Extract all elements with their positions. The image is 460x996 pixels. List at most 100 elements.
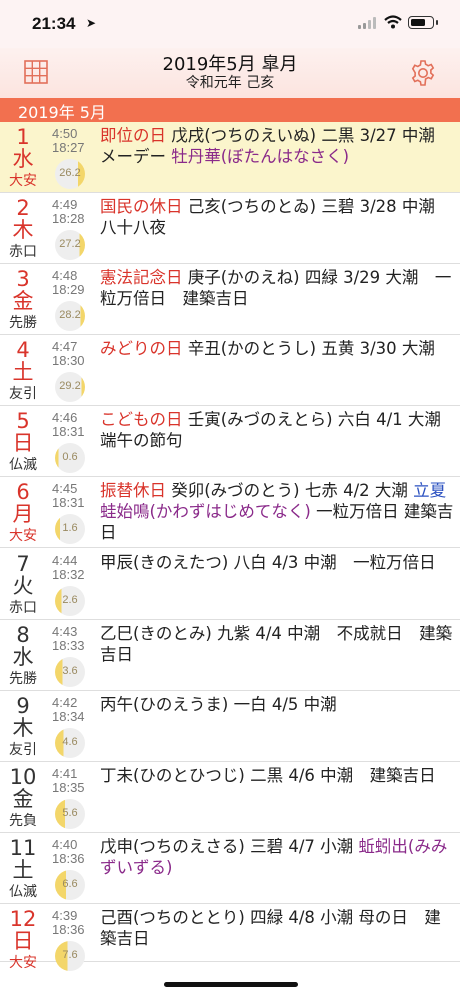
sunrise-time: 4:41 xyxy=(52,766,78,781)
sun-times: 4:42 18:34 xyxy=(52,696,90,724)
sunrise-time: 4:42 xyxy=(52,695,78,710)
day-row[interactable]: 1 水 大安 4:50 18:27 26.2 即位の日 戊戌(つちのえいぬ) 二… xyxy=(0,122,460,193)
sunset-time: 18:36 xyxy=(52,851,85,866)
day-number: 12 xyxy=(9,907,37,931)
description-line: ずいずる) xyxy=(100,857,456,878)
rokuyo-label: 友引 xyxy=(9,386,37,402)
weekday-label: 土 xyxy=(12,360,34,384)
day-number: 4 xyxy=(16,338,30,362)
date-column: 11 土 仏滅 xyxy=(0,833,46,901)
day-description: こどもの日 壬寅(みづのえとら) 六白 4/1 大潮 端午の節句 xyxy=(100,409,456,451)
seasonal-kou-label: 牡丹華(ぼたんはなさく) xyxy=(171,147,350,166)
rokuyo-label: 友引 xyxy=(9,742,37,758)
moon-age: 5.6 xyxy=(62,807,78,819)
day-number: 11 xyxy=(9,836,37,860)
rokuyo-label: 赤口 xyxy=(9,244,37,260)
description-line: みどりの日 辛丑(かのとうし) 五黄 3/30 大潮 xyxy=(100,338,456,359)
moon-phase-icon: 6.6 xyxy=(55,870,85,900)
description-line: 築吉日 xyxy=(100,928,456,949)
description-line: 吉日 xyxy=(100,644,456,665)
calendar-info-text: 辛丑(かのとうし) 五黄 3/30 大潮 xyxy=(182,339,435,358)
day-row[interactable]: 3 金 先勝 4:48 18:29 28.2 憲法記念日 庚子(かのえね) 四緑… xyxy=(0,264,460,335)
moon-phase-icon: 29.2 xyxy=(55,372,85,402)
moon-phase-icon: 2.6 xyxy=(55,586,85,616)
moon-phase-icon: 28.2 xyxy=(55,301,85,331)
status-time: 21:34 xyxy=(32,14,76,33)
weekday-label: 木 xyxy=(12,716,34,740)
date-column: 12 日 大安 xyxy=(0,904,46,972)
rokuyo-label: 大安 xyxy=(9,528,37,544)
calendar-info-text: 癸卯(みづのとう) 七赤 4/2 大潮 xyxy=(166,481,414,500)
day-row[interactable]: 8 水 先勝 4:43 18:33 3.6 乙巳(きのとみ) 九紫 4/4 中潮… xyxy=(0,620,460,691)
wifi-icon xyxy=(384,15,402,29)
rokuyo-label: 大安 xyxy=(9,955,37,971)
rokuyo-label: 先勝 xyxy=(9,315,37,331)
description-line: 振替休日 癸卯(みづのとう) 七赤 4/2 大潮 立夏 xyxy=(100,480,456,501)
weekday-label: 火 xyxy=(12,574,34,598)
day-description: 甲辰(きのえたつ) 八白 4/3 中潮 一粒万倍日 xyxy=(100,552,456,573)
moon-age: 7.6 xyxy=(62,949,78,961)
moon-age: 3.6 xyxy=(62,665,78,677)
calendar-info-text: 築吉日 xyxy=(100,929,150,948)
description-line: 乙巳(きのとみ) 九紫 4/4 中潮 不成就日 建築 xyxy=(100,623,456,644)
calendar-info-text: 壬寅(みづのえとら) 六白 4/1 大潮 xyxy=(182,410,441,429)
day-row[interactable]: 9 木 友引 4:42 18:34 4.6 丙午(ひのえうま) 一白 4/5 中… xyxy=(0,691,460,762)
sun-times: 4:49 18:28 xyxy=(52,198,90,226)
rokuyo-label: 先勝 xyxy=(9,671,37,687)
calendar-info-text: 丁未(ひのとひつじ) 二黒 4/6 中潮 建築吉日 xyxy=(100,766,436,785)
sunset-time: 18:27 xyxy=(52,140,85,155)
description-line: 丁未(ひのとひつじ) 二黒 4/6 中潮 建築吉日 xyxy=(100,765,456,786)
day-description: 己酉(つちのととり) 四緑 4/8 小潮 母の日 建築吉日 xyxy=(100,907,456,949)
moon-age: 28.2 xyxy=(59,309,81,321)
sunset-time: 18:31 xyxy=(52,495,85,510)
sunset-time: 18:29 xyxy=(52,282,85,297)
description-line: 戊申(つちのえさる) 三碧 4/7 小潮 蚯蚓出(みみ xyxy=(100,836,456,857)
weekday-label: 水 xyxy=(12,645,34,669)
month-section-header: 2019年 5月 xyxy=(0,98,460,122)
gear-icon[interactable] xyxy=(409,59,437,87)
sunrise-time: 4:47 xyxy=(52,339,78,354)
date-column: 2 木 赤口 xyxy=(0,193,46,261)
day-row[interactable]: 4 土 友引 4:47 18:30 29.2 みどりの日 辛丑(かのとうし) 五… xyxy=(0,335,460,406)
day-row[interactable]: 2 木 赤口 4:49 18:28 27.2 国民の休日 己亥(つちのとゐ) 三… xyxy=(0,193,460,264)
calendar-info-text: 乙巳(きのとみ) 九紫 4/4 中潮 不成就日 建築 xyxy=(100,624,453,643)
holiday-label: 国民の休日 xyxy=(100,197,183,216)
seasonal-kou-label: 蚯蚓出(みみ xyxy=(358,837,448,856)
day-number: 10 xyxy=(9,765,37,789)
sunrise-time: 4:39 xyxy=(52,908,78,923)
weekday-label: 日 xyxy=(12,431,34,455)
sunrise-time: 4:44 xyxy=(52,553,78,568)
weekday-label: 月 xyxy=(12,502,34,526)
seasonal-kou-label: 蛙始鳴(かわずはじめてなく) xyxy=(100,502,311,521)
moon-age: 26.2 xyxy=(59,167,81,179)
day-row[interactable]: 5 日 仏滅 4:46 18:31 0.6 こどもの日 壬寅(みづのえとら) 六… xyxy=(0,406,460,477)
holiday-label: 振替休日 xyxy=(100,481,166,500)
day-number: 2 xyxy=(16,196,30,220)
holiday-label: こどもの日 xyxy=(100,410,183,429)
sunset-time: 18:36 xyxy=(52,922,85,937)
rokuyo-label: 大安 xyxy=(9,173,37,189)
moon-phase-icon: 26.2 xyxy=(55,159,85,189)
day-row[interactable]: 7 火 赤口 4:44 18:32 2.6 甲辰(きのえたつ) 八白 4/3 中… xyxy=(0,549,460,620)
day-row[interactable]: 6 月 大安 4:45 18:31 1.6 振替休日 癸卯(みづのとう) 七赤 … xyxy=(0,477,460,548)
day-row[interactable]: 12 日 大安 4:39 18:36 7.6 己酉(つちのととり) 四緑 4/8… xyxy=(0,904,460,971)
day-row[interactable]: 10 金 先負 4:41 18:35 5.6 丁未(ひのとひつじ) 二黒 4/6… xyxy=(0,762,460,833)
sun-times: 4:43 18:33 xyxy=(52,625,90,653)
sunset-time: 18:31 xyxy=(52,424,85,439)
cellular-signal-icon xyxy=(358,17,378,29)
description-line: 憲法記念日 庚子(かのえね) 四緑 3/29 大潮 一 xyxy=(100,267,456,288)
day-row[interactable]: 11 土 仏滅 4:40 18:36 6.6 戊申(つちのえさる) 三碧 4/7… xyxy=(0,833,460,904)
moon-phase-icon: 0.6 xyxy=(55,443,85,473)
calendar-info-text: 戊戌(つちのえいぬ) 二黒 3/27 中潮 xyxy=(166,126,435,145)
moon-age: 4.6 xyxy=(62,736,78,748)
rokuyo-label: 仏滅 xyxy=(9,884,37,900)
sunrise-time: 4:40 xyxy=(52,837,78,852)
date-column: 1 水 大安 xyxy=(0,122,46,190)
day-number: 9 xyxy=(16,694,30,718)
calendar-info-text: 己亥(つちのとゐ) 三碧 3/28 中潮 xyxy=(182,197,435,216)
description-line: 八十八夜 xyxy=(100,217,456,238)
day-description: 丁未(ひのとひつじ) 二黒 4/6 中潮 建築吉日 xyxy=(100,765,456,786)
date-column: 8 水 先勝 xyxy=(0,620,46,688)
date-column: 4 土 友引 xyxy=(0,335,46,403)
moon-age: 6.6 xyxy=(62,878,78,890)
